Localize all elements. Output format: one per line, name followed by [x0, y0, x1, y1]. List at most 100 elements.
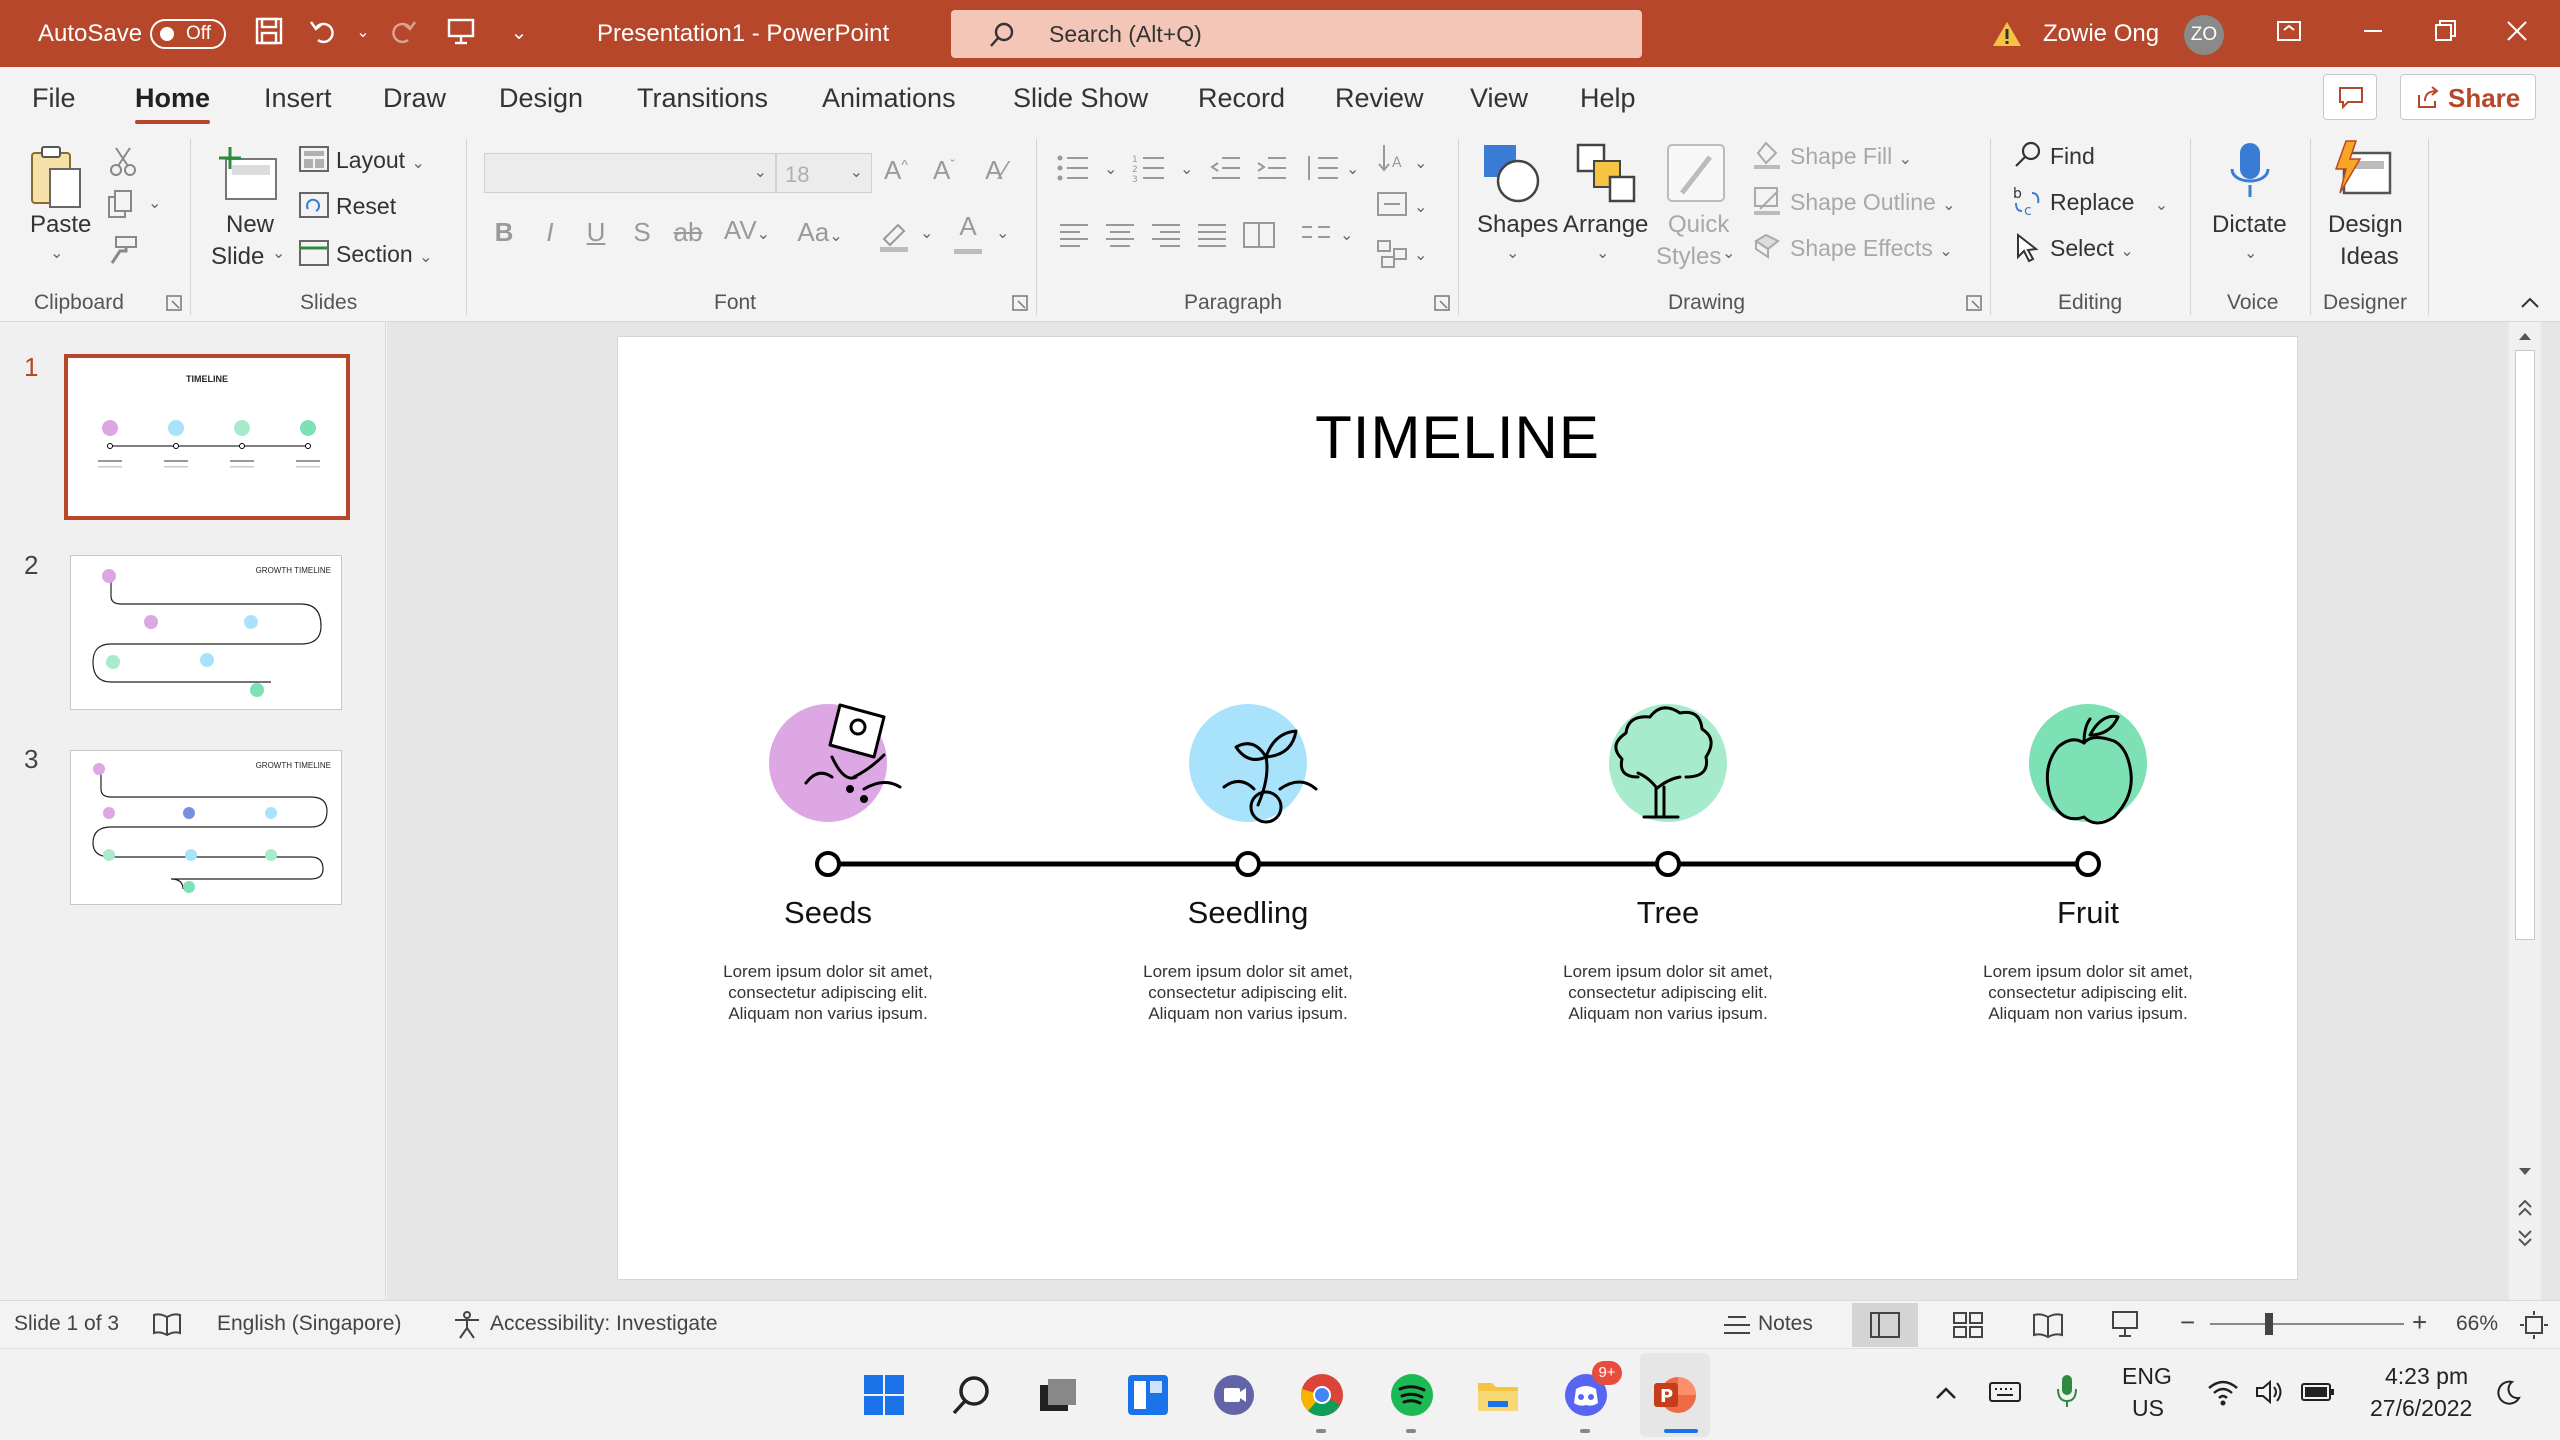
tab-file[interactable]: File: [32, 83, 76, 114]
slide-thumbnail-2[interactable]: GROWTH TIMELINE: [70, 555, 342, 710]
align-right-icon[interactable]: [1150, 221, 1182, 254]
focus-assist-icon[interactable]: [2494, 1379, 2522, 1407]
collapse-ribbon-icon[interactable]: [2520, 295, 2540, 314]
new-slide-line2[interactable]: Slide: [211, 241, 264, 273]
quick-styles-dropdown-icon[interactable]: ⌄: [1722, 243, 1735, 263]
slide-canvas[interactable]: TIMELINE Seeds Seedling Tree Fruit Lorem…: [617, 336, 2298, 1280]
clear-formatting-icon[interactable]: A⁄: [980, 155, 1012, 186]
smartart-icon[interactable]: [1376, 239, 1408, 274]
normal-view-button[interactable]: [1852, 1303, 1918, 1347]
stage-label-fruit[interactable]: Fruit: [1938, 895, 2238, 931]
clock-time[interactable]: 4:23 pm: [2385, 1363, 2468, 1390]
select-button[interactable]: Select ⌄: [2050, 235, 2134, 262]
teams-chat-icon[interactable]: [1210, 1371, 1258, 1419]
search-box[interactable]: Search (Alt+Q): [951, 10, 1642, 58]
copy-dropdown-icon[interactable]: ⌄: [148, 193, 161, 213]
text-direction-icon[interactable]: A: [1376, 141, 1406, 180]
arrange-label[interactable]: Arrange: [1563, 209, 1648, 241]
volume-icon[interactable]: [2254, 1377, 2284, 1407]
font-color-dropdown-icon[interactable]: ⌄: [996, 223, 1009, 243]
notes-icon[interactable]: [1722, 1313, 1752, 1337]
change-case-button[interactable]: Aa⌄: [790, 217, 850, 248]
undo-dropdown-icon[interactable]: ⌄: [346, 16, 380, 50]
copy-icon[interactable]: [106, 189, 136, 226]
columns-layout-icon[interactable]: [1300, 221, 1332, 254]
present-from-beginning-icon[interactable]: [444, 16, 478, 50]
align-text-dropdown-icon[interactable]: ⌄: [1414, 197, 1427, 217]
battery-icon[interactable]: [2300, 1379, 2336, 1405]
italic-button[interactable]: I: [534, 217, 566, 248]
tab-insert[interactable]: Insert: [264, 83, 332, 114]
shapes-label[interactable]: Shapes: [1477, 209, 1558, 241]
reset-button[interactable]: Reset: [336, 193, 396, 220]
paragraph-launcher-icon[interactable]: [1434, 295, 1450, 316]
customize-toolbar-icon[interactable]: ⌄: [502, 16, 536, 50]
wifi-icon[interactable]: [2206, 1377, 2240, 1407]
zoom-in-icon[interactable]: +: [2412, 1307, 2427, 1338]
redo-icon[interactable]: [386, 16, 420, 50]
font-size-dropdown-icon[interactable]: ⌄: [850, 162, 863, 182]
arrange-dropdown-icon[interactable]: ⌄: [1596, 243, 1609, 263]
spelling-check-icon[interactable]: [152, 1311, 182, 1337]
stage-description[interactable]: Lorem ipsum dolor sit amet, consectetur …: [1938, 961, 2238, 1024]
scrollbar-thumb[interactable]: [2515, 350, 2535, 940]
chrome-icon[interactable]: [1298, 1371, 1346, 1419]
line-spacing-icon[interactable]: [1304, 153, 1340, 188]
arrange-icon[interactable]: [1574, 141, 1640, 207]
columns-icon[interactable]: [1242, 221, 1276, 254]
align-text-icon[interactable]: [1376, 189, 1408, 224]
zoom-out-icon[interactable]: −: [2180, 1307, 2195, 1338]
layout-button[interactable]: Layout ⌄: [336, 147, 425, 174]
undo-icon[interactable]: [306, 16, 340, 50]
stage-label-seedling[interactable]: Seedling: [1098, 895, 1398, 931]
input-region[interactable]: US: [2132, 1395, 2164, 1422]
font-launcher-icon[interactable]: [1012, 295, 1028, 316]
strikethrough-icon[interactable]: ab: [672, 217, 704, 248]
stage-label-tree[interactable]: Tree: [1518, 895, 1818, 931]
avatar[interactable]: ZO: [2184, 15, 2224, 55]
task-view-icon[interactable]: [1034, 1371, 1082, 1419]
shapes-icon[interactable]: [1480, 141, 1546, 207]
zoom-level[interactable]: 66%: [2456, 1312, 2498, 1336]
shape-outline-button[interactable]: Shape Outline ⌄: [1790, 189, 1956, 216]
share-button[interactable]: Share: [2400, 74, 2536, 120]
clock-date[interactable]: 27/6/2022: [2370, 1395, 2472, 1422]
cut-icon[interactable]: [108, 145, 138, 182]
new-slide-line1[interactable]: New: [226, 209, 274, 241]
tab-help[interactable]: Help: [1580, 83, 1636, 114]
font-name-combo[interactable]: ⌄: [484, 153, 776, 193]
quick-styles-line1[interactable]: Quick: [1668, 209, 1729, 241]
align-center-icon[interactable]: [1104, 221, 1136, 254]
powerpoint-icon[interactable]: P: [1650, 1371, 1698, 1419]
line-spacing-dropdown-icon[interactable]: ⌄: [1346, 159, 1359, 179]
stage-description[interactable]: Lorem ipsum dolor sit amet, consectetur …: [1518, 961, 1818, 1024]
new-slide-icon[interactable]: [216, 145, 282, 209]
increase-font-size-icon[interactable]: A^: [880, 155, 912, 186]
spotify-icon[interactable]: [1388, 1371, 1436, 1419]
clipboard-launcher-icon[interactable]: [166, 295, 182, 316]
dictate-dropdown-icon[interactable]: ⌄: [2244, 243, 2257, 263]
stage-label-seeds[interactable]: Seeds: [678, 895, 978, 931]
paste-dropdown-icon[interactable]: ⌄: [50, 243, 63, 263]
tab-slide-show[interactable]: Slide Show: [1013, 83, 1148, 114]
tab-draw[interactable]: Draw: [383, 83, 446, 114]
design-ideas-line2[interactable]: Ideas: [2340, 241, 2399, 273]
character-spacing-icon[interactable]: AV⌄: [722, 215, 772, 246]
highlight-icon[interactable]: [876, 217, 912, 258]
accessibility-status[interactable]: Accessibility: Investigate: [490, 1312, 718, 1336]
warning-icon[interactable]: [1992, 20, 2022, 53]
restore-icon[interactable]: [2428, 16, 2462, 50]
new-slide-dropdown-icon[interactable]: ⌄: [272, 243, 285, 263]
tab-animations[interactable]: Animations: [822, 83, 956, 114]
font-size-combo[interactable]: 18 ⌄: [776, 153, 872, 193]
show-hidden-icons-icon[interactable]: [1934, 1385, 1958, 1401]
design-ideas-icon[interactable]: [2332, 139, 2398, 205]
dictate-label[interactable]: Dictate: [2212, 209, 2287, 241]
underline-button[interactable]: U: [580, 217, 612, 248]
keyboard-icon[interactable]: [1988, 1379, 2022, 1405]
font-color-icon[interactable]: A: [952, 211, 984, 254]
tab-record[interactable]: Record: [1198, 83, 1285, 114]
reading-view-icon[interactable]: [2032, 1311, 2064, 1339]
stage-description[interactable]: Lorem ipsum dolor sit amet, consectetur …: [1098, 961, 1398, 1024]
microphone-icon[interactable]: [2056, 1373, 2078, 1411]
